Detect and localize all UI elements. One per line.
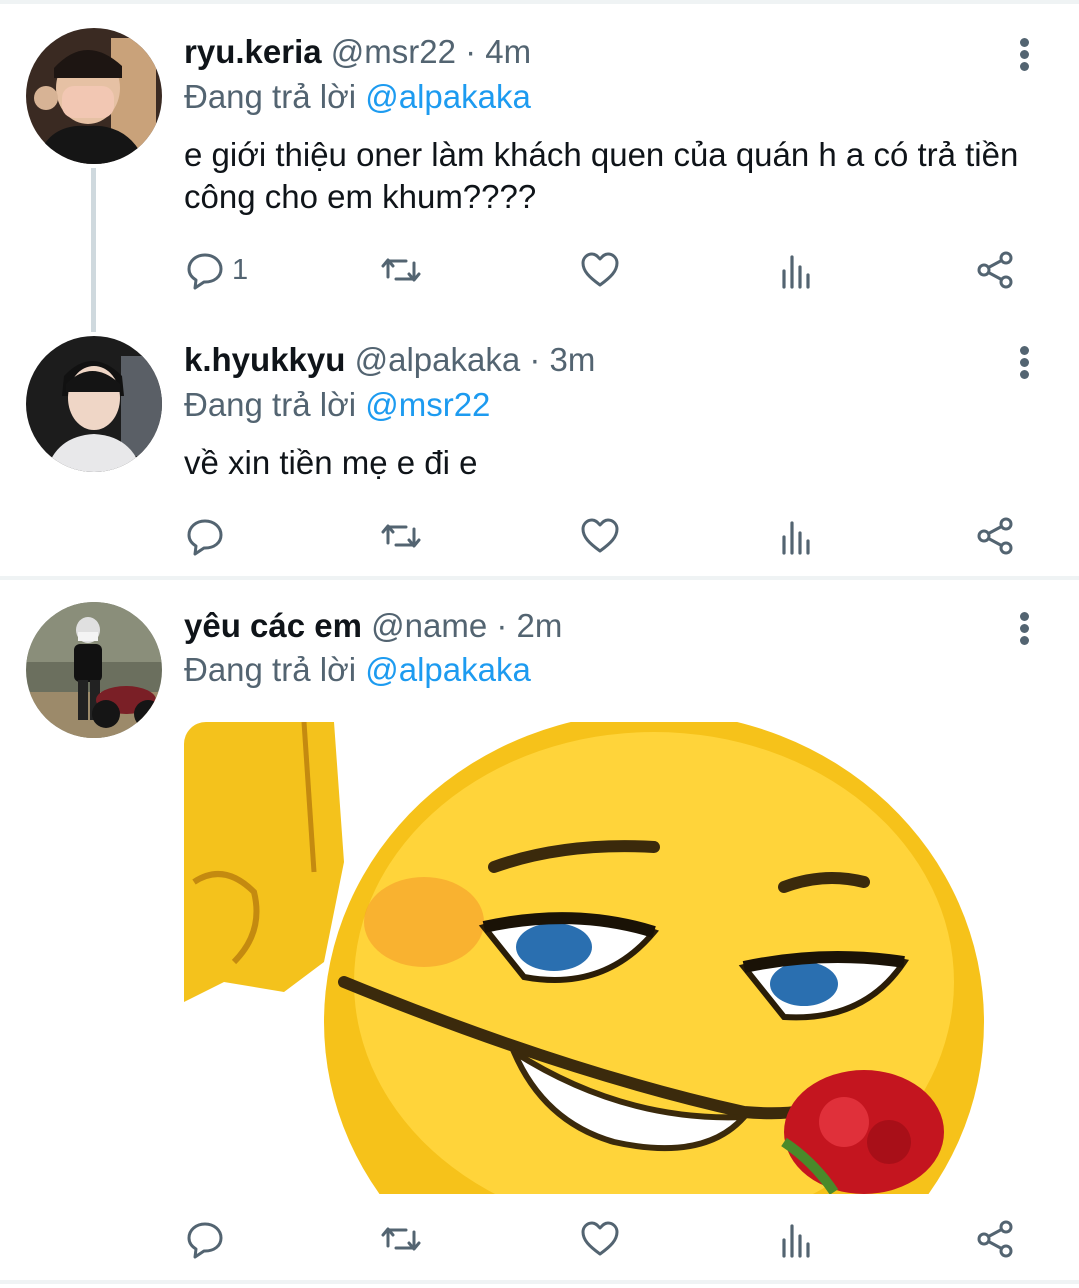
tweet-header: yêu các em @name · 2m bbox=[184, 606, 562, 646]
handle[interactable]: @msr22 bbox=[331, 33, 456, 70]
thread-line bbox=[91, 168, 96, 332]
timestamp[interactable]: 3m bbox=[550, 341, 596, 378]
reply-mention-link[interactable]: @alpakaka bbox=[365, 651, 531, 688]
tweet-header: k.hyukkyu @alpakaka · 3m bbox=[184, 340, 595, 380]
views-button[interactable] bbox=[776, 511, 818, 561]
separator-dot: · bbox=[465, 33, 477, 70]
more-icon[interactable] bbox=[1010, 36, 1038, 76]
smug-emoji-image bbox=[184, 722, 992, 1194]
retweet-button[interactable] bbox=[380, 511, 422, 561]
reply-icon bbox=[187, 1222, 223, 1259]
display-name[interactable]: k.hyukkyu bbox=[184, 341, 345, 378]
separator-dot: · bbox=[529, 341, 541, 378]
like-icon bbox=[581, 1221, 619, 1256]
retweet-icon bbox=[381, 1227, 421, 1251]
share-button[interactable] bbox=[974, 1214, 1016, 1264]
share-button[interactable] bbox=[974, 245, 1016, 295]
action-bar bbox=[184, 511, 1034, 561]
reply-mention-link[interactable]: @msr22 bbox=[365, 386, 490, 423]
reply-button[interactable] bbox=[184, 511, 232, 561]
reply-button[interactable]: 1 bbox=[184, 245, 248, 295]
avatar[interactable] bbox=[26, 602, 162, 738]
reply-mention-link[interactable]: @alpakaka bbox=[365, 78, 531, 115]
retweet-button[interactable] bbox=[380, 245, 422, 295]
display-name[interactable]: ryu.keria bbox=[184, 33, 322, 70]
views-icon bbox=[782, 1224, 810, 1258]
views-icon bbox=[782, 255, 810, 289]
more-icon[interactable] bbox=[1010, 610, 1038, 650]
views-button[interactable] bbox=[776, 245, 818, 295]
reply-prefix: Đang trả lời bbox=[184, 651, 357, 688]
display-name[interactable]: yêu các em bbox=[184, 607, 362, 644]
like-button[interactable] bbox=[579, 245, 621, 295]
tweet-text: e giới thiệu oner làm khách quen của quá… bbox=[184, 136, 1019, 215]
replying-to: Đang trả lời @msr22 bbox=[184, 385, 490, 425]
retweet-icon bbox=[381, 258, 421, 282]
like-icon bbox=[581, 518, 619, 553]
reply-count: 1 bbox=[232, 253, 249, 286]
views-icon bbox=[782, 521, 810, 555]
reply-button[interactable] bbox=[184, 1214, 232, 1264]
views-button[interactable] bbox=[776, 1214, 818, 1264]
replying-to: Đang trả lời @alpakaka bbox=[184, 650, 531, 690]
avatar[interactable] bbox=[26, 336, 162, 472]
tweet-media-image[interactable] bbox=[184, 722, 992, 1194]
more-icon[interactable] bbox=[1010, 344, 1038, 384]
handle[interactable]: @alpakaka bbox=[355, 341, 521, 378]
reply-icon bbox=[187, 519, 223, 556]
action-bar bbox=[184, 1214, 1034, 1264]
separator-dot: · bbox=[496, 607, 508, 644]
timestamp[interactable]: 2m bbox=[517, 607, 563, 644]
share-icon bbox=[977, 1220, 1013, 1258]
tweet-1[interactable]: ryu.keria @msr22 · 4m Đang trả lời @alpa… bbox=[0, 0, 1079, 332]
tweet-2[interactable]: k.hyukkyu @alpakaka · 3m Đang trả lời @m… bbox=[0, 330, 1079, 576]
share-icon bbox=[977, 517, 1013, 555]
like-icon bbox=[581, 252, 619, 287]
reply-icon bbox=[187, 253, 223, 290]
share-icon bbox=[977, 251, 1013, 289]
share-button[interactable] bbox=[974, 511, 1016, 561]
reply-prefix: Đang trả lời bbox=[184, 386, 357, 423]
replying-to: Đang trả lời @alpakaka bbox=[184, 77, 531, 117]
retweet-button[interactable] bbox=[380, 1214, 422, 1264]
retweet-icon bbox=[381, 524, 421, 548]
avatar[interactable] bbox=[26, 28, 162, 164]
like-button[interactable] bbox=[579, 511, 621, 561]
handle[interactable]: @name bbox=[371, 607, 487, 644]
action-bar: 1 bbox=[184, 245, 1034, 295]
reply-prefix: Đang trả lời bbox=[184, 78, 357, 115]
bottom-divider bbox=[0, 1280, 1079, 1284]
tweet-header: ryu.keria @msr22 · 4m bbox=[184, 32, 531, 72]
tweet-text: về xin tiền mẹ e đi e bbox=[184, 444, 478, 481]
timestamp[interactable]: 4m bbox=[485, 33, 531, 70]
like-button[interactable] bbox=[579, 1214, 621, 1264]
